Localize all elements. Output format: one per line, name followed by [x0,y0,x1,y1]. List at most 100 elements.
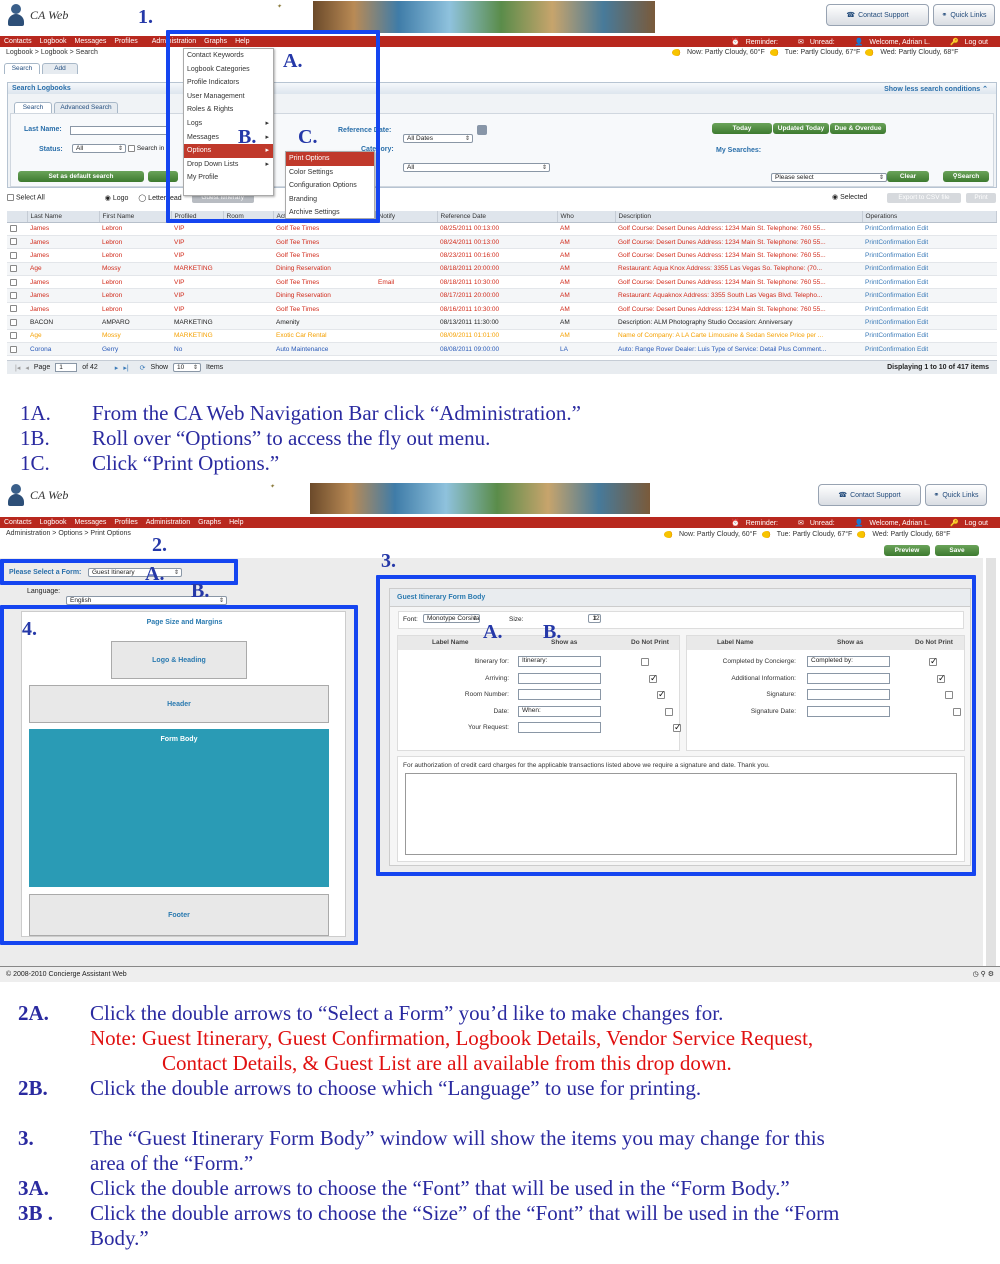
col-who[interactable]: Who [557,211,616,223]
my-searches-select[interactable]: Please select [771,173,887,182]
row-checkbox[interactable] [7,275,27,290]
calendar-icon[interactable] [477,125,487,135]
next-page-icon[interactable]: ▸ [115,364,119,372]
cell-notify [375,342,437,357]
table-row[interactable]: BACON AMPARO MARKETING Amenity 08/13/2011 11… [7,315,997,330]
cell-operations[interactable]: PrintConfirmation Edit [862,302,997,317]
cell-last-name: BACON [27,315,99,330]
nav-profiles[interactable]: Profiles [110,519,141,526]
cell-first-name: Lebron [99,248,171,263]
col-description[interactable]: Description [615,211,863,223]
reminder-link[interactable]: ⏰ Reminder: [727,519,786,527]
status-select[interactable]: All [72,144,126,153]
category-select[interactable]: All [403,163,550,172]
table-row[interactable]: James Lebron VIP Golf Tee Times 08/25/2011 0… [7,222,997,236]
quick-links-button[interactable]: ⚭ Quick Links [933,4,995,26]
zoom-icons[interactable]: ◷ ⚲ ⚙ [973,967,994,982]
nav-help[interactable]: Help [225,519,247,526]
due-overdue-button[interactable]: Due & Overdue [830,123,886,134]
ref-date-select[interactable]: All Dates [403,134,473,143]
instruction-number: 2B. [18,1076,48,1100]
last-name-input[interactable] [70,126,168,135]
nav-messages[interactable]: Messages [70,38,110,45]
col-last-name[interactable]: Last Name [27,211,100,223]
refresh-icon[interactable]: ⟳ [140,364,146,372]
nav-messages[interactable]: Messages [70,519,110,526]
preview-button[interactable]: Preview [884,545,930,556]
page-size-select[interactable]: 10 [173,363,202,372]
table-row[interactable]: Age Mossy MARKETING Exotic Car Rental 08/09/… [7,329,997,344]
row-checkbox[interactable] [7,222,27,236]
unread-link[interactable]: ✉ Unread: [794,38,843,46]
scrollbar[interactable] [986,558,996,966]
nav-logbook[interactable]: Logbook [36,38,71,45]
reminder-link[interactable]: ⏰ Reminder: [727,38,786,46]
cell-operations[interactable]: PrintConfirmation Edit [862,315,997,330]
print-button[interactable]: Print [966,193,996,203]
col-first-name[interactable]: First Name [99,211,172,223]
row-checkbox[interactable] [7,302,27,317]
tab-search[interactable]: Search [4,63,40,74]
select-all-checkbox[interactable]: Select All [7,194,45,202]
checkbox-icon [10,225,17,233]
cell-operations[interactable]: PrintConfirmation Edit [862,222,997,236]
clear-button[interactable]: Clear [887,171,929,182]
nav-profiles[interactable]: Profiles [110,38,141,45]
cell-operations[interactable]: PrintConfirmation Edit [862,275,997,290]
logo-radio[interactable]: ◉ Logo [105,194,129,202]
welcome-text: 👤 Welcome, Adrian L. [851,519,938,527]
search-in-checkbox[interactable]: Search in [128,145,164,152]
cell-operations[interactable]: PrintConfirmation Edit [862,288,997,303]
unread-link[interactable]: ✉ Unread: [794,519,843,527]
nav-graphs[interactable]: Graphs [194,519,225,526]
table-row[interactable]: Corona Gerry No Auto Maintenance 08/08/2011 … [7,342,997,357]
nav-contacts[interactable]: Contacts [0,519,36,526]
export-csv-button[interactable]: Export to CSV file [887,193,961,203]
table-row[interactable]: James Lebron VIP Golf Tee Times 08/24/2011 0… [7,235,997,250]
selected-radio[interactable]: ◉ Selected [832,193,867,201]
quick-links-button[interactable]: ⚭ Quick Links [925,484,987,506]
subtab-search[interactable]: Search [14,102,52,113]
save-button[interactable]: Save [935,545,979,556]
search-button[interactable]: ⚲Search [943,171,989,182]
row-checkbox[interactable] [7,262,27,277]
table-row[interactable]: James Lebron VIP Golf Tee Times Email 08/18/2… [7,275,997,290]
last-page-icon[interactable]: ▸| [123,364,128,372]
cell-operations[interactable]: PrintConfirmation Edit [862,329,997,344]
tab-add[interactable]: Add [42,63,78,74]
cell-operations[interactable]: PrintConfirmation Edit [862,235,997,250]
nav-administration[interactable]: Administration [142,519,194,526]
table-row[interactable]: Age Mossy MARKETING Dining Reservation 08/18… [7,262,997,277]
row-checkbox[interactable] [7,248,27,263]
show-less-link[interactable]: Show less search conditions ⌃ [884,85,988,93]
nav-logbook[interactable]: Logbook [36,519,71,526]
row-checkbox[interactable] [7,315,27,330]
contact-support-button[interactable]: ☎ Contact Support [818,484,921,506]
cell-operations[interactable]: PrintConfirmation Edit [862,342,997,357]
today-button[interactable]: Today [712,123,772,134]
row-checkbox[interactable] [7,342,27,357]
row-checkbox[interactable] [7,235,27,250]
subtab-advanced-search[interactable]: Advanced Search [54,102,118,113]
first-page-icon[interactable]: |◂ [15,364,20,372]
app-logo[interactable]: CA Web [6,4,68,26]
row-checkbox[interactable] [7,329,27,344]
col-notify[interactable]: Notify [375,211,438,223]
row-checkbox[interactable] [7,288,27,303]
prev-page-icon[interactable]: ◂ [25,364,29,372]
updated-today-button[interactable]: Updated Today [773,123,829,134]
table-header-row: Last Name First Name Profiled Room Activ… [7,211,997,223]
table-row[interactable]: James Lebron VIP Golf Tee Times 08/23/2011 0… [7,248,997,263]
contact-support-button[interactable]: ☎ Contact Support [826,4,929,26]
col-reference-date[interactable]: Reference Date [437,211,558,223]
cell-operations[interactable]: PrintConfirmation Edit [862,248,997,263]
page-number-input[interactable]: 1 [55,363,78,372]
logout-link[interactable]: 🔑 Log out [946,38,996,46]
table-row[interactable]: James Lebron VIP Dining Reservation 08/17/20… [7,288,997,303]
table-row[interactable]: James Lebron VIP Golf Tee Times 08/16/2011 1… [7,302,997,317]
logout-link[interactable]: 🔑 Log out [946,519,996,527]
set-default-search-button[interactable]: Set as default search [18,171,144,182]
app-logo[interactable]: CA Web [6,484,68,506]
nav-contacts[interactable]: Contacts [0,38,36,45]
cell-operations[interactable]: PrintConfirmation Edit [862,262,997,277]
